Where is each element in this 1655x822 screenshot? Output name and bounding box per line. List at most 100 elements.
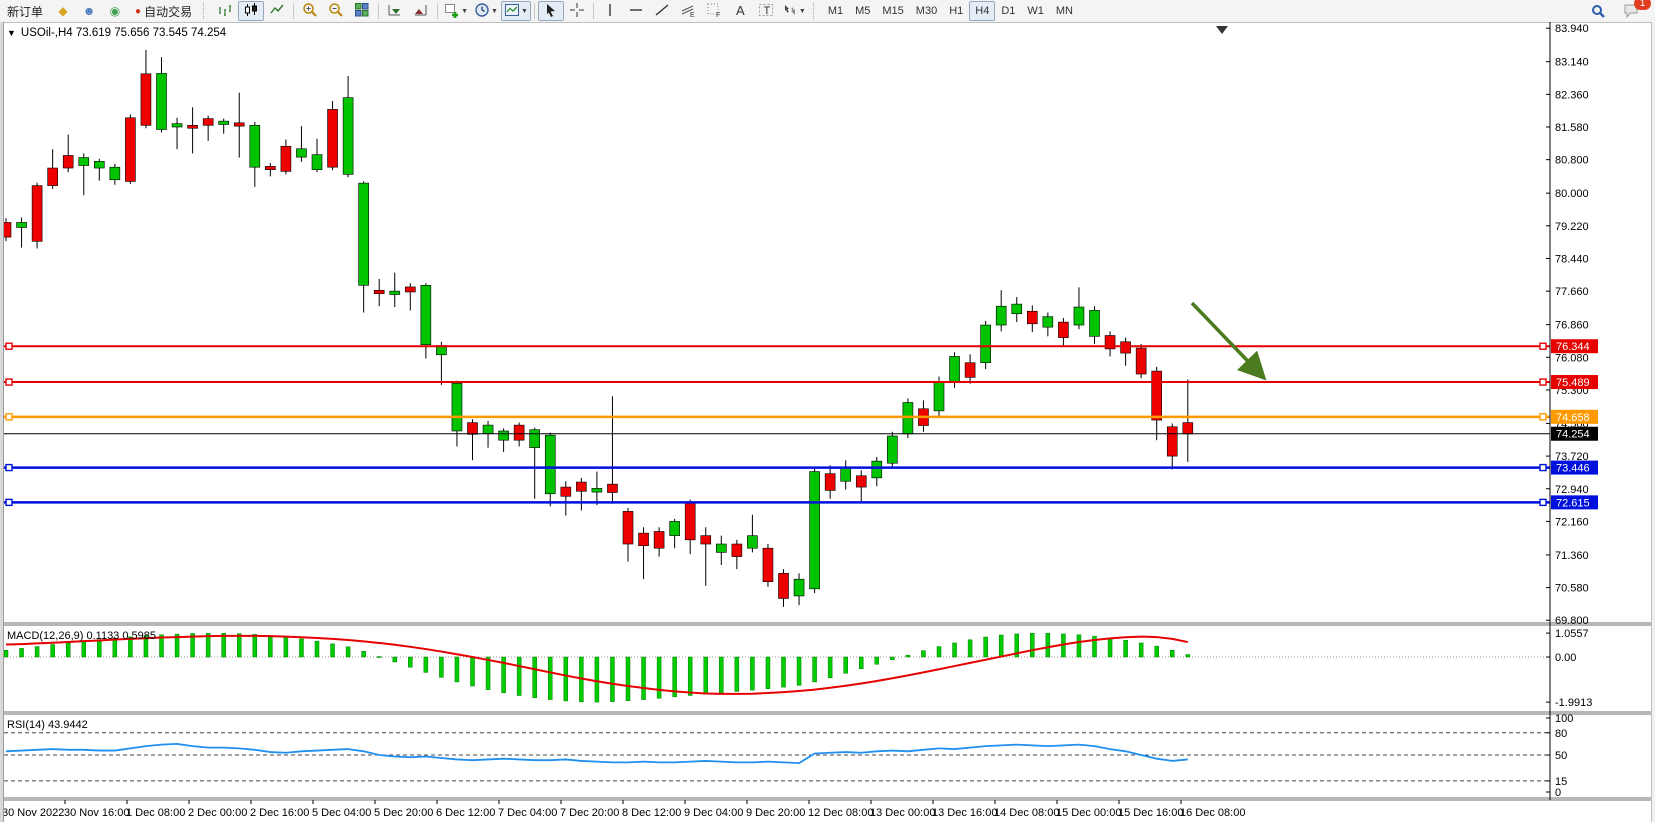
crosshair-button[interactable] [564,1,590,21]
time-axis[interactable]: 30 Nov 202230 Nov 16:001 Dec 08:002 Dec … [2,800,1245,819]
macd-bar [844,657,848,673]
timeframe-d1[interactable]: D1 [995,1,1021,21]
period-clock-button[interactable]: ▼ [471,1,501,21]
candle-body [903,403,913,434]
candle-body [188,125,198,128]
candle-body [32,186,42,242]
candlestick-chart-button[interactable] [238,1,264,21]
market-history-button[interactable]: ◆ [50,1,76,21]
line-handle[interactable] [1540,414,1546,420]
candle-body [545,435,555,494]
macd-bar [750,657,754,690]
candle-body [996,306,1006,325]
chart-shift-marker[interactable] [1216,26,1228,34]
chart-title-bar[interactable]: ▼ USOil-,H4 73.619 75.656 73.545 74.254 [7,27,226,39]
new-chart-button[interactable]: ▼ [441,1,471,21]
chevron-down-icon[interactable]: ▼ [461,8,468,15]
macd-bar [704,657,708,694]
y-axis-label: 79.220 [1555,221,1589,233]
profile-next-button[interactable] [382,1,408,21]
toolbar-grip [203,3,209,19]
text-label-button[interactable]: T [753,1,779,21]
macd-bar [315,641,319,657]
cursor-button[interactable] [538,1,564,21]
macd-bar [828,657,832,678]
candle-body [1183,423,1193,434]
timeframe-m30[interactable]: M30 [910,1,943,21]
bar-chart-button[interactable] [212,1,238,21]
line-handle[interactable] [6,465,12,471]
zoom-out-button[interactable] [323,1,349,21]
macd-bar [439,657,443,677]
macd-bar [719,657,723,693]
price-tag-label: 75.489 [1556,377,1590,389]
x-axis-label: 9 Dec 20:00 [746,807,805,819]
macd-bar [346,647,350,657]
toolbar: 新订单 ◆☻◉ ● 自动交易 ▼ ▼ ▼ EFAT ▼ M1M5M15M30H1H4D1… [0,0,1655,23]
macd-bar [890,657,894,660]
toolbar-grip [813,3,819,19]
timeframe-mn[interactable]: MN [1050,1,1079,21]
timeframe-h4[interactable]: H4 [969,1,995,21]
line-chart-button[interactable] [264,1,290,21]
trendline-button[interactable] [649,1,675,21]
chart-title-text: USOil-,H4 73.619 75.656 73.545 74.254 [21,27,226,39]
rsi-panel[interactable]: 1008050150RSI(14) 43.9442 [4,713,1573,799]
timeframe-h1[interactable]: H1 [943,1,969,21]
timeframe-w1[interactable]: W1 [1021,1,1050,21]
profile-prev-button[interactable] [408,1,434,21]
chevron-down-icon[interactable]: ▼ [799,8,806,15]
toolbar-separator [534,3,535,19]
macd-bar [797,657,801,685]
line-handle[interactable] [1540,499,1546,505]
arrows-button[interactable]: ▼ [779,1,809,21]
fibonacci-button[interactable]: E [675,1,701,21]
timeframe-m15[interactable]: M15 [876,1,909,21]
chart-template-button[interactable]: ▼ [501,1,531,21]
line-handle[interactable] [6,379,12,385]
line-handle[interactable] [6,343,12,349]
line-handle[interactable] [1540,379,1546,385]
candle-body [965,363,975,378]
autotrade-button[interactable]: ● 自动交易 [128,1,199,21]
line-handle[interactable] [6,414,12,420]
notifications-icon[interactable]: 1 [1619,1,1645,21]
new-order-button[interactable]: 新订单 [0,1,50,21]
timeframe-m1[interactable]: M1 [822,1,849,21]
svg-text:E: E [690,12,695,18]
grid-channel-button[interactable]: F [701,1,727,21]
line-handle[interactable] [1540,343,1546,349]
macd-panel[interactable]: 1.05570.00-1.9913MACD(12,26,9) 0.1133 0.… [4,628,1592,709]
search-icon[interactable] [1585,1,1611,21]
line-handle[interactable] [6,499,12,505]
timeframe-m5[interactable]: M5 [849,1,876,21]
macd-bar [455,657,459,682]
x-axis-label: 30 Nov 2022 [2,807,64,819]
chart-window[interactable]: ▼ USOil-,H4 73.619 75.656 73.545 74.254 … [0,22,1655,822]
text-label-icon: T [758,2,774,21]
zoom-in-button[interactable] [297,1,323,21]
tile-windows-button[interactable] [349,1,375,21]
signals-button[interactable]: ◉ [102,1,128,21]
toolbar-right: 1 [1585,1,1655,21]
candle-body [172,124,182,127]
macd-bar [97,640,101,657]
chevron-down-icon[interactable]: ▼ [491,8,498,15]
text-button[interactable]: A [727,1,753,21]
price-chart[interactable]: 83.94083.14082.36081.58080.80080.00079.2… [0,22,1655,822]
macd-bar [1139,643,1143,657]
chevron-down-icon[interactable]: ▼ [521,8,528,15]
candle-body [94,161,104,168]
price-axis[interactable]: 83.94083.14082.36081.58080.80080.00079.2… [1546,22,1598,800]
horizontal-line-button[interactable] [623,1,649,21]
candle-body [763,548,773,581]
macd-bar [953,643,957,657]
hlines-layer[interactable] [4,343,1550,505]
candle-body [639,533,649,546]
line-handle[interactable] [1540,465,1546,471]
y-axis-label: 71.360 [1555,550,1589,562]
data-window-button[interactable]: ☻ [76,1,102,21]
vertical-line-button[interactable] [597,1,623,21]
symbol-dropdown-icon[interactable]: ▼ [7,28,16,38]
arrow-annotation[interactable] [1192,303,1264,378]
